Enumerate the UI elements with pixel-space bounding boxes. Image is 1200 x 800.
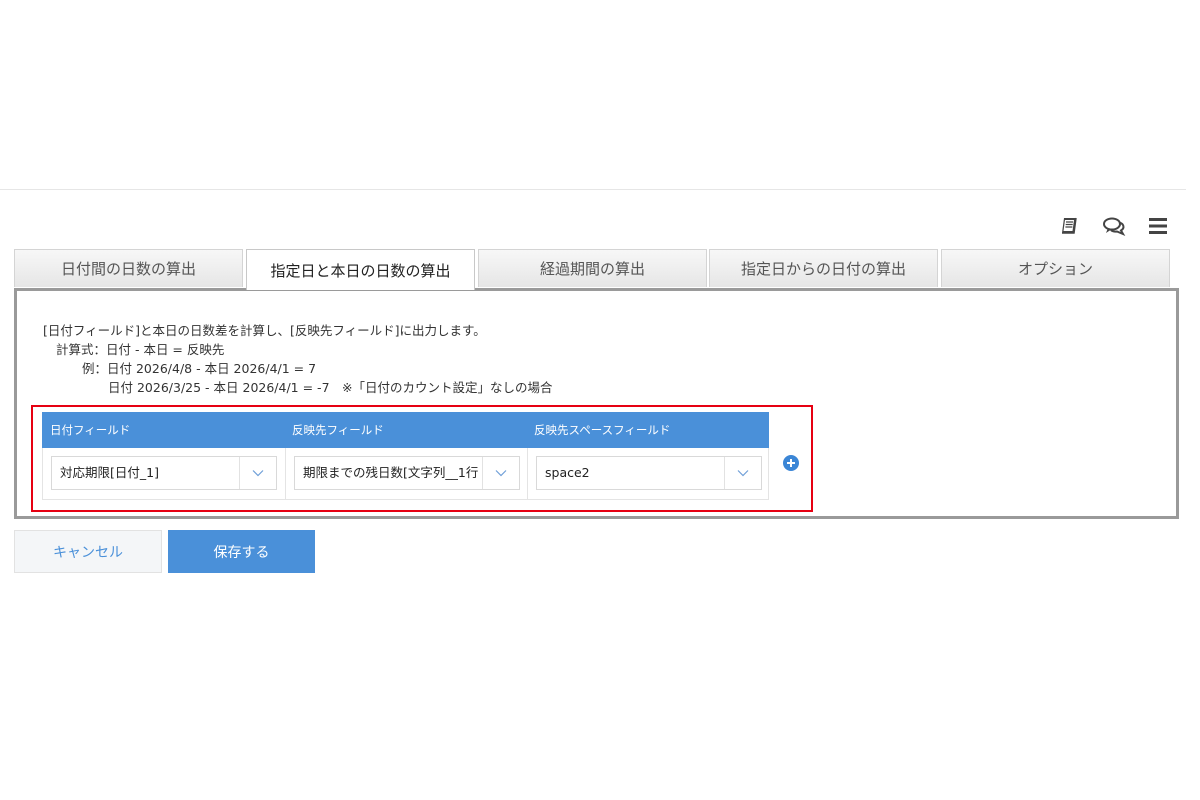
date-field-value: 対応期限[日付_1]	[60, 465, 159, 480]
chevron-down-icon[interactable]	[482, 457, 519, 489]
cancel-button[interactable]: キャンセル	[14, 530, 162, 573]
tab-options[interactable]: オプション	[941, 249, 1170, 287]
settings-panel: [日付フィールド]と本日の日数差を計算し、[反映先フィールド]に出力します。 計…	[14, 288, 1179, 519]
book-icon[interactable]	[1056, 212, 1084, 240]
table-row: 対応期限[日付_1] 期限までの残日数[文字列__1行 space2	[42, 448, 769, 500]
example-line: 例：日付 2026/4/8 - 本日 2026/4/1 = 7	[82, 361, 317, 376]
tab-date-from-specified[interactable]: 指定日からの日付の算出	[709, 249, 938, 287]
chevron-down-icon[interactable]	[724, 457, 761, 489]
tab-days-from-today[interactable]: 指定日と本日の日数の算出	[246, 249, 475, 290]
tab-days-between-dates[interactable]: 日付間の日数の算出	[14, 249, 243, 287]
column-header-target-field: 反映先フィールド	[292, 423, 384, 437]
page: 日付間の日数の算出 指定日と本日の日数の算出 経過期間の算出 指定日からの日付の…	[0, 0, 1200, 800]
description-line: [日付フィールド]と本日の日数差を計算し、[反映先フィールド]に出力します。	[43, 323, 486, 338]
plus-icon	[787, 459, 795, 467]
save-button[interactable]: 保存する	[168, 530, 315, 573]
column-header-date-field: 日付フィールド	[50, 423, 131, 437]
date-field-cell: 対応期限[日付_1]	[43, 448, 285, 500]
add-row-button[interactable]	[783, 455, 799, 471]
formula-line: 計算式：日付 - 本日 = 反映先	[56, 342, 225, 357]
space-field-cell: space2	[527, 448, 769, 500]
table-header: 日付フィールド 反映先フィールド 反映先スペースフィールド	[42, 412, 769, 448]
space-field-value: space2	[545, 465, 590, 480]
target-field-value: 期限までの残日数[文字列__1行	[303, 465, 479, 480]
column-header-space-field: 反映先スペースフィールド	[534, 423, 671, 437]
menu-icon[interactable]	[1144, 212, 1172, 240]
target-field-select[interactable]: 期限までの残日数[文字列__1行	[294, 456, 520, 490]
chat-icon[interactable]	[1100, 212, 1128, 240]
top-divider	[0, 189, 1186, 190]
tab-bar: 日付間の日数の算出 指定日と本日の日数の算出 経過期間の算出 指定日からの日付の…	[14, 249, 1170, 290]
field-table: 日付フィールド 反映先フィールド 反映先スペースフィールド 対応期限[日付_1]…	[42, 412, 769, 500]
description: [日付フィールド]と本日の日数差を計算し、[反映先フィールド]に出力します。 計…	[43, 321, 553, 397]
target-field-cell: 期限までの残日数[文字列__1行	[285, 448, 527, 500]
example-line: 日付 2026/3/25 - 本日 2026/4/1 = -7 ※「日付のカウン…	[108, 380, 553, 395]
tab-elapsed-period[interactable]: 経過期間の算出	[478, 249, 707, 287]
space-field-select[interactable]: space2	[536, 456, 762, 490]
toolbar	[1056, 212, 1172, 240]
chevron-down-icon[interactable]	[239, 457, 276, 489]
date-field-select[interactable]: 対応期限[日付_1]	[51, 456, 277, 490]
